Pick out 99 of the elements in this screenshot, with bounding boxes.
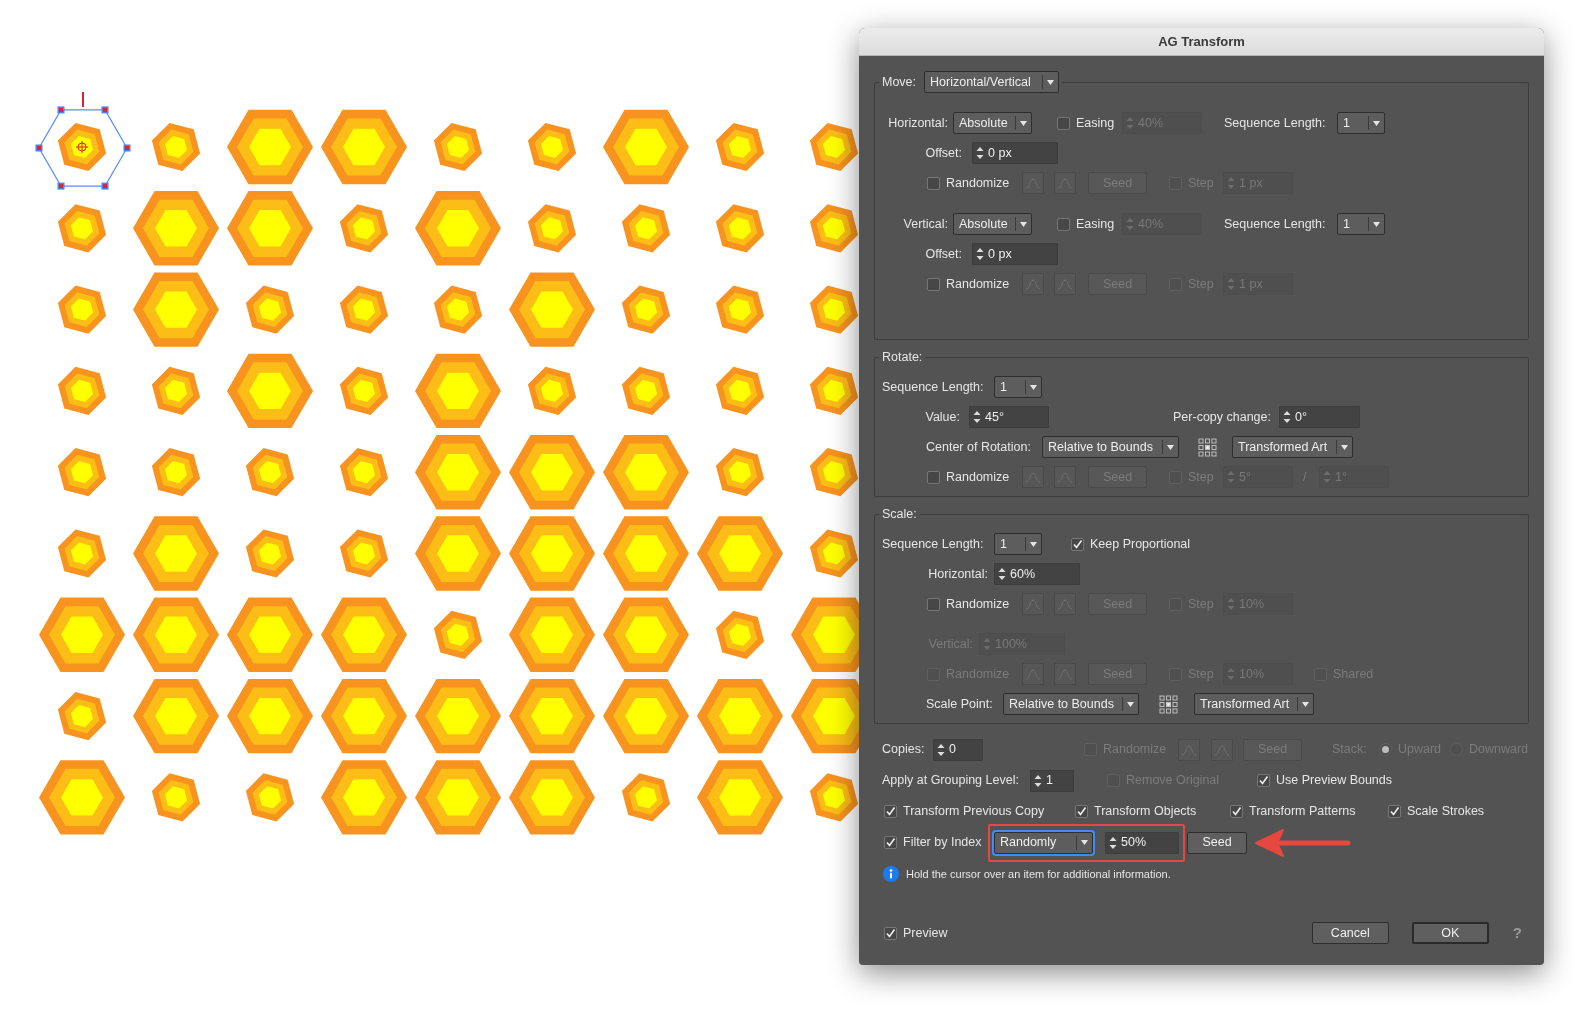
field-label: Value: [924,408,961,426]
caret-icon [1020,221,1027,227]
checkbox[interactable] [884,805,897,818]
checkbox[interactable] [927,277,940,291]
button[interactable]: OK [1411,922,1489,944]
checkbox[interactable] [1057,217,1070,231]
caret-icon [1341,444,1348,450]
dropdown[interactable]: Relative to Bounds [1003,693,1139,715]
reference-point-icon[interactable] [1198,437,1217,457]
bell-curve-icon[interactable] [1022,466,1044,488]
checkbox-label[interactable]: Easing [1076,113,1115,133]
checkbox-label[interactable]: Scale Strokes [1407,802,1485,821]
bell-curve-icon[interactable] [1022,273,1044,295]
field-label: Per-copy change: [1172,408,1272,426]
spinner-field[interactable]: 60% [994,563,1080,585]
checkbox-label[interactable]: Randomize [946,467,1010,487]
checkbox-label[interactable]: Preview [903,923,948,943]
checkbox[interactable] [1071,537,1084,551]
dropdown[interactable]: Absolute [953,112,1032,134]
field-label: Sequence Length: [1224,215,1327,233]
checkbox-label[interactable]: Filter by Index [903,833,982,852]
field-label: Sequence Length: [882,378,985,396]
field-label: Center of Rotation: [926,438,1032,456]
dropdown[interactable]: Transformed Art [1194,693,1314,715]
checkbox[interactable] [1388,805,1401,818]
bell-curve-icon[interactable] [1211,738,1233,761]
checkbox[interactable] [1075,805,1088,818]
checkbox[interactable] [927,470,940,484]
field-label: / [1303,468,1308,486]
caret-icon [1047,79,1055,85]
caret-icon [1030,541,1037,547]
checkbox-label[interactable]: Keep Proportional [1090,534,1191,554]
spinner-field[interactable]: 1 [1030,769,1074,792]
dropdown[interactable]: 1 [994,533,1042,555]
field-label: Apply at Grouping Level: [882,772,1020,790]
checkbox-label[interactable]: Randomize [946,594,1010,614]
field-label: Rotate: [882,348,923,366]
caret-icon [1081,840,1088,845]
checkbox-label[interactable]: Randomize [946,274,1010,294]
checkbox-label[interactable]: Transform Patterns [1249,802,1356,821]
field-label: Horizontal: [887,114,949,132]
checkbox-label[interactable]: Randomize [946,173,1010,193]
checkbox-label[interactable]: Easing [1076,214,1115,234]
bell-curve-icon[interactable] [1054,466,1076,488]
checkbox[interactable] [1057,116,1070,130]
caret-icon [1020,120,1027,126]
caret-icon [1167,444,1174,450]
spinner-field[interactable]: 50% [1105,831,1179,854]
checkbox[interactable] [927,597,940,611]
caret-icon [1127,701,1134,707]
checkbox[interactable] [927,176,940,190]
dropdown[interactable]: 1 [1337,213,1385,235]
bell-curve-icon[interactable] [1022,593,1044,615]
caret-icon [1302,701,1309,707]
field-label: Scale Point: [926,695,994,713]
bell-curve-icon[interactable] [1054,172,1076,194]
field-label: Vertical: [902,215,949,233]
info-icon [883,866,899,882]
field-label: Horizontal: [927,565,989,583]
spinner-field[interactable]: 0 px [972,142,1058,164]
field-label: Sequence Length: [882,535,985,553]
dropdown[interactable]: Absolute [953,213,1032,235]
bell-curve-icon[interactable] [1022,172,1044,194]
dropdown[interactable]: 1 [1337,112,1385,134]
spinner-field[interactable]: 0° [1279,406,1360,428]
dropdown[interactable]: Transformed Art [1232,436,1353,458]
window-title: AG Transform [1158,32,1245,51]
spinner-field[interactable]: 0 px [972,243,1058,265]
dropdown[interactable]: Relative to Bounds [1042,436,1179,458]
button[interactable]: Seed [1187,831,1247,854]
field-label: Copies: [882,741,926,759]
checkbox-label[interactable]: Transform Previous Copy [903,802,1045,821]
field-label: Sequence Length: [1224,114,1327,132]
caret-icon [1373,120,1380,126]
checkbox[interactable] [1257,774,1270,787]
checkbox-label[interactable]: Use Preview Bounds [1276,771,1393,790]
caret-icon [1030,384,1037,390]
checkbox-label[interactable]: Transform Objects [1094,802,1197,821]
bell-curve-icon[interactable] [1054,273,1076,295]
field-label: Offset: [924,245,963,263]
field-label: Offset: [924,144,963,162]
spinner-field[interactable]: 45° [969,406,1049,428]
dropdown[interactable]: Randomly [994,831,1093,854]
checkbox[interactable] [884,836,897,849]
dropdown[interactable]: 1 [994,376,1042,398]
button[interactable]: Cancel [1311,922,1389,944]
field-label: Move: [882,73,917,91]
dropdown[interactable]: Horizontal/Vertical [924,71,1060,93]
checkbox[interactable] [884,926,897,940]
bell-curve-icon[interactable] [1178,738,1200,761]
bell-curve-icon[interactable] [1022,663,1044,685]
bell-curve-icon[interactable] [1054,593,1076,615]
info-text: Hold the cursor over an item for additional information. [906,866,1171,882]
spinner-field[interactable]: 0 [933,738,983,761]
checkbox[interactable] [1230,805,1243,818]
field-label: Scale: [882,505,917,523]
reference-point-icon[interactable] [1159,694,1178,714]
bell-curve-icon[interactable] [1054,663,1076,685]
caret-icon [1373,221,1380,227]
